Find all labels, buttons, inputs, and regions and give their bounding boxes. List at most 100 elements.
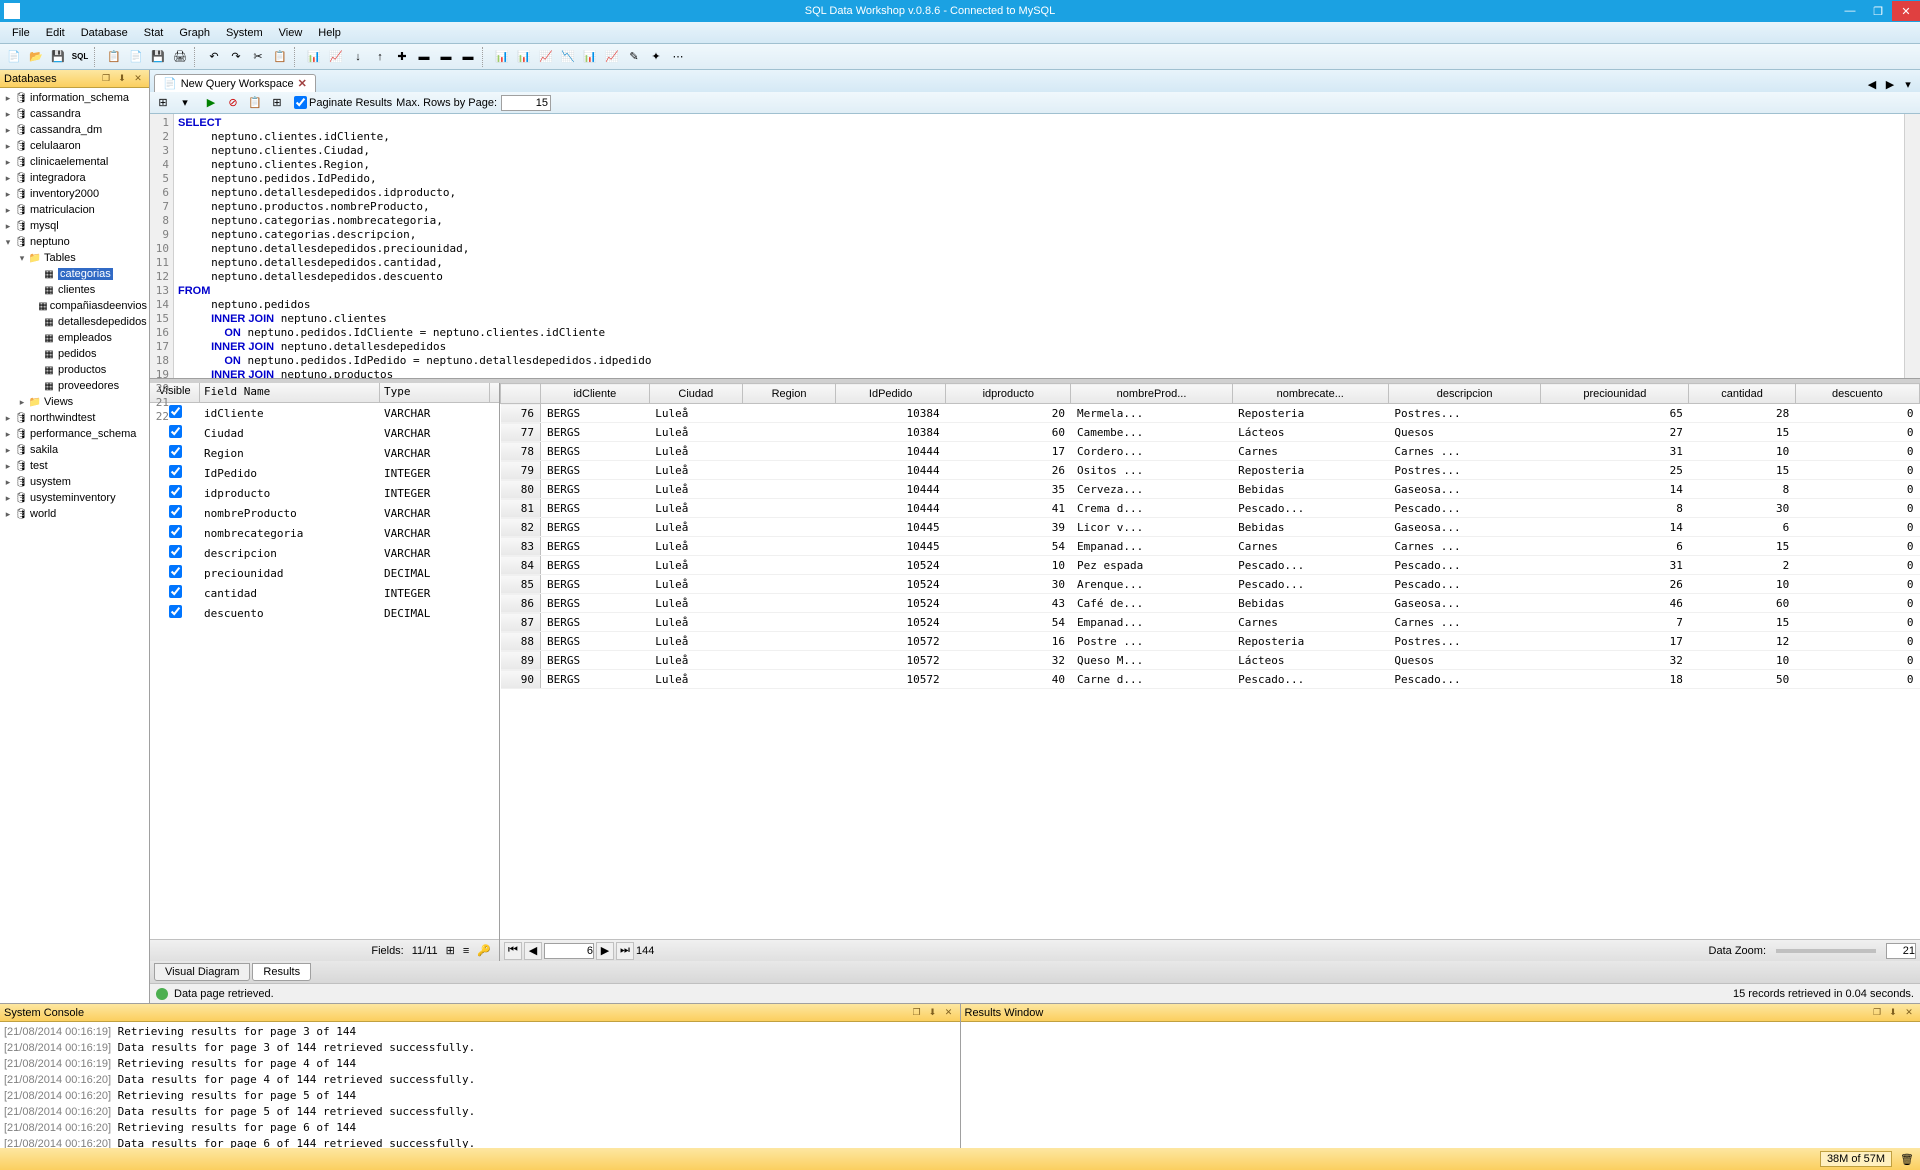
- tree-item[interactable]: ▦categorias: [2, 266, 147, 282]
- graph4-icon[interactable]: 📉: [558, 47, 578, 67]
- sql-editor[interactable]: 1 2 3 4 5 6 7 8 9 10 11 12 13 14 15 16 1…: [150, 114, 1920, 379]
- field-visible-checkbox[interactable]: [169, 425, 182, 438]
- field-visible-checkbox[interactable]: [169, 445, 182, 458]
- result-row[interactable]: 87BERGSLuleå1052454Empanad...CarnesCarne…: [501, 613, 1920, 632]
- result-col-header[interactable]: idproducto: [946, 384, 1071, 404]
- result-col-header[interactable]: preciounidad: [1541, 384, 1689, 404]
- field-row[interactable]: RegionVARCHAR: [150, 443, 499, 463]
- bar3-icon[interactable]: ▬: [458, 47, 478, 67]
- field-visible-checkbox[interactable]: [169, 545, 182, 558]
- result-col-header[interactable]: descuento: [1795, 384, 1919, 404]
- result-col-header[interactable]: descripcion: [1388, 384, 1540, 404]
- sidebar-close-icon[interactable]: ✕: [131, 72, 145, 86]
- field-row[interactable]: cantidadINTEGER: [150, 583, 499, 603]
- chart1-icon[interactable]: 📊: [304, 47, 324, 67]
- tree-item[interactable]: ▸🛢test: [2, 458, 147, 474]
- field-row[interactable]: IdPedidoINTEGER: [150, 463, 499, 483]
- clipboard-icon[interactable]: 📋: [270, 47, 290, 67]
- menu-stat[interactable]: Stat: [136, 25, 172, 41]
- tree-item[interactable]: ▦clientes: [2, 282, 147, 298]
- console-restore-icon[interactable]: ❐: [910, 1006, 924, 1020]
- results-restore-icon[interactable]: ❐: [1870, 1006, 1884, 1020]
- arrow-down-icon[interactable]: ↓: [348, 47, 368, 67]
- results-grid[interactable]: idClienteCiudadRegionIdPedidoidproducton…: [500, 383, 1920, 939]
- field-visible-checkbox[interactable]: [169, 485, 182, 498]
- bar1-icon[interactable]: ▬: [414, 47, 434, 67]
- result-col-header[interactable]: idCliente: [541, 384, 650, 404]
- tree-item[interactable]: ▦productos: [2, 362, 147, 378]
- tree-item[interactable]: ▸🛢celulaaron: [2, 138, 147, 154]
- field-row[interactable]: idClienteVARCHAR: [150, 403, 499, 423]
- menu-edit[interactable]: Edit: [38, 25, 73, 41]
- tree-item[interactable]: ▦compañiasdeenvios: [2, 298, 147, 314]
- arrow-up-icon[interactable]: ↑: [370, 47, 390, 67]
- menu-graph[interactable]: Graph: [171, 25, 218, 41]
- tree-item[interactable]: ▸🛢information_schema: [2, 90, 147, 106]
- paste-icon[interactable]: 📄: [126, 47, 146, 67]
- field-row[interactable]: descripcionVARCHAR: [150, 543, 499, 563]
- tree-item[interactable]: ▸🛢mysql: [2, 218, 147, 234]
- qbtn-3-icon[interactable]: 📋: [246, 94, 264, 112]
- new-icon[interactable]: 📄: [4, 47, 24, 67]
- graph5-icon[interactable]: 📊: [580, 47, 600, 67]
- bar2-icon[interactable]: ▬: [436, 47, 456, 67]
- page-prev-icon[interactable]: ◀: [524, 942, 542, 960]
- col-type[interactable]: Type: [380, 383, 490, 402]
- tab-results[interactable]: Results: [252, 963, 311, 981]
- result-col-header[interactable]: IdPedido: [836, 384, 946, 404]
- star-icon[interactable]: ✦: [646, 47, 666, 67]
- result-row[interactable]: 82BERGSLuleå1044539Licor v...BebidasGase…: [501, 518, 1920, 537]
- graph7-icon[interactable]: ✎: [624, 47, 644, 67]
- tab-next-icon[interactable]: ▶: [1882, 76, 1898, 92]
- tree-item[interactable]: ▦pedidos: [2, 346, 147, 362]
- graph2-icon[interactable]: 📊: [514, 47, 534, 67]
- qbtn-1-icon[interactable]: ⊞: [154, 94, 172, 112]
- tree-item[interactable]: ▸🛢sakila: [2, 442, 147, 458]
- result-row[interactable]: 76BERGSLuleå1038420Mermela...ReposteriaP…: [501, 404, 1920, 423]
- close-button[interactable]: ✕: [1892, 1, 1920, 21]
- tab-visual-diagram[interactable]: Visual Diagram: [154, 963, 250, 981]
- tree-item[interactable]: ▸🛢clinicaelemental: [2, 154, 147, 170]
- field-row[interactable]: descuentoDECIMAL: [150, 603, 499, 623]
- result-col-header[interactable]: Ciudad: [649, 384, 742, 404]
- open-icon[interactable]: 📂: [26, 47, 46, 67]
- result-col-header[interactable]: cantidad: [1689, 384, 1795, 404]
- result-row[interactable]: 88BERGSLuleå1057216Postre ...ReposteriaP…: [501, 632, 1920, 651]
- result-col-header[interactable]: nombrecate...: [1232, 384, 1388, 404]
- result-row[interactable]: 86BERGSLuleå1052443Café de...BebidasGase…: [501, 594, 1920, 613]
- print-icon[interactable]: 🖨: [170, 47, 190, 67]
- field-visible-checkbox[interactable]: [169, 405, 182, 418]
- result-row[interactable]: 89BERGSLuleå1057232Queso M...LácteosQues…: [501, 651, 1920, 670]
- stop-query-icon[interactable]: ⊘: [224, 94, 242, 112]
- page-last-icon[interactable]: ⏭: [616, 942, 634, 960]
- sidebar-restore-icon[interactable]: ❐: [99, 72, 113, 86]
- tree-item[interactable]: ▦detallesdepedidos: [2, 314, 147, 330]
- tab-list-icon[interactable]: ▾: [1900, 76, 1916, 92]
- result-row[interactable]: 81BERGSLuleå1044441Crema d...Pescado...P…: [501, 499, 1920, 518]
- field-row[interactable]: nombrecategoriaVARCHAR: [150, 523, 499, 543]
- maxrows-input[interactable]: [501, 95, 551, 111]
- result-row[interactable]: 85BERGSLuleå1052430Arenque...Pescado...P…: [501, 575, 1920, 594]
- sidebar-pin-icon[interactable]: ⬇: [115, 72, 129, 86]
- view-list-icon[interactable]: ≡: [463, 945, 469, 957]
- tree-item[interactable]: ▸🛢usysteminventory: [2, 490, 147, 506]
- tree-item[interactable]: ▦proveedores: [2, 378, 147, 394]
- graph6-icon[interactable]: 📈: [602, 47, 622, 67]
- result-row[interactable]: 78BERGSLuleå1044417Cordero...CarnesCarne…: [501, 442, 1920, 461]
- redo-icon[interactable]: ↷: [226, 47, 246, 67]
- minimize-button[interactable]: —: [1836, 1, 1864, 21]
- sql-icon[interactable]: SQL: [70, 47, 90, 67]
- menu-file[interactable]: File: [4, 25, 38, 41]
- graph1-icon[interactable]: 📊: [492, 47, 512, 67]
- field-visible-checkbox[interactable]: [169, 585, 182, 598]
- view-grid-icon[interactable]: ⊞: [446, 944, 455, 957]
- result-col-header[interactable]: nombreProd...: [1071, 384, 1232, 404]
- maximize-button[interactable]: ❐: [1864, 1, 1892, 21]
- tree-item[interactable]: ▸🛢world: [2, 506, 147, 522]
- results-close-icon[interactable]: ✕: [1902, 1006, 1916, 1020]
- tree-item[interactable]: ▸🛢cassandra: [2, 106, 147, 122]
- field-visible-checkbox[interactable]: [169, 605, 182, 618]
- result-row[interactable]: 84BERGSLuleå1052410Pez espadaPescado...P…: [501, 556, 1920, 575]
- page-first-icon[interactable]: ⏮: [504, 942, 522, 960]
- page-next-icon[interactable]: ▶: [596, 942, 614, 960]
